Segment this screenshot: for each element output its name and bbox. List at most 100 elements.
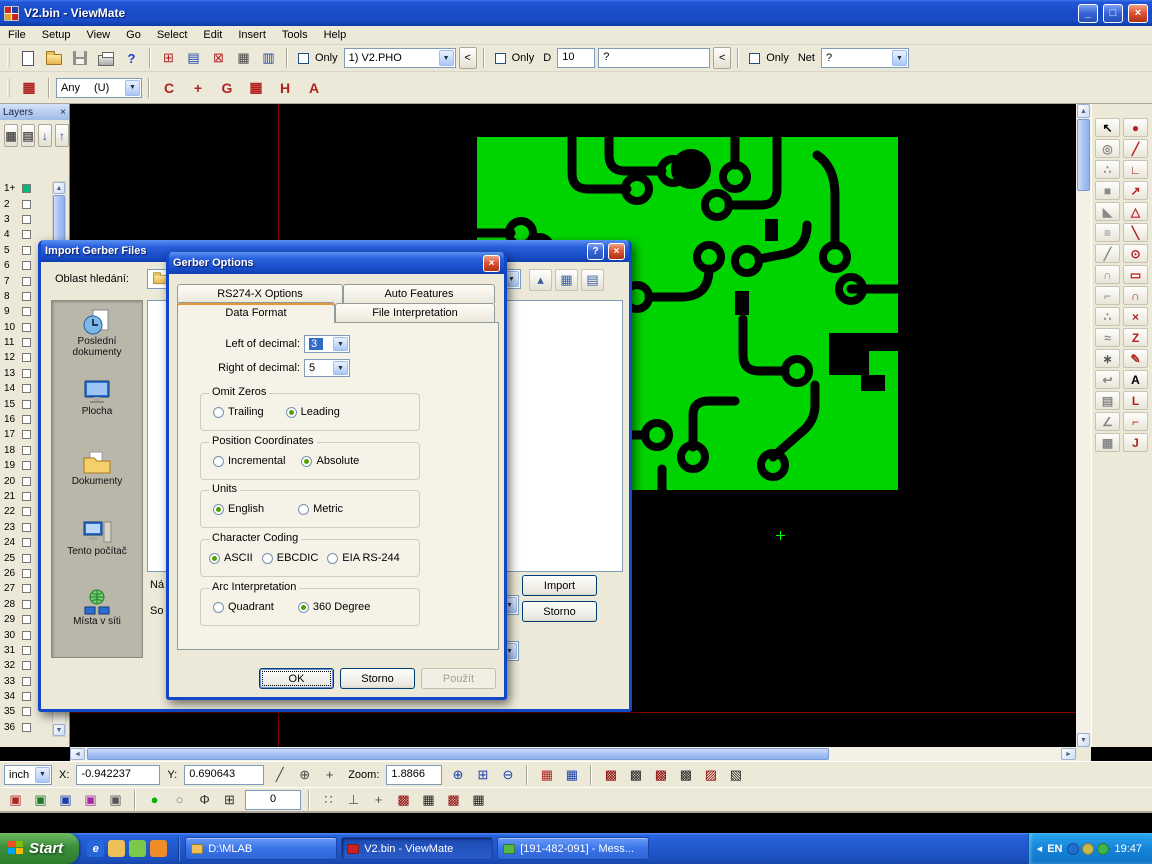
radio-option[interactable]: 360 Degree <box>298 601 371 613</box>
place-my-computer[interactable]: Tento počítač <box>52 511 142 581</box>
step-corner-icon[interactable]: ⌐ <box>1095 286 1120 305</box>
layer-color-icon-3[interactable]: ▣ <box>54 789 77 811</box>
menu-item[interactable]: Help <box>316 27 355 43</box>
layer-color-box[interactable] <box>22 477 31 486</box>
layer-report-icon[interactable]: ▤ <box>21 124 35 147</box>
printer-region-icon[interactable]: ▤ <box>1095 391 1120 410</box>
film-red-icon[interactable]: ▦ <box>535 764 558 786</box>
taskbar-task-button[interactable]: [191-482-091] - Mess... <box>497 837 649 860</box>
tab-rs274x-options[interactable]: RS274-X Options <box>177 284 343 303</box>
layer-row[interactable]: 3 <box>0 212 50 227</box>
layer-color-box[interactable] <box>22 292 31 301</box>
chevron-down-icon[interactable]: ▼ <box>333 361 348 375</box>
layer-color-box[interactable] <box>22 523 31 532</box>
import-button[interactable]: Import <box>522 575 597 596</box>
layer-color-box[interactable] <box>22 323 31 332</box>
radio-option[interactable]: English <box>213 503 264 515</box>
layer-color-box[interactable] <box>22 615 31 624</box>
select-cursor-icon[interactable]: ↖ <box>1095 118 1120 137</box>
tray-icon-1[interactable] <box>1067 843 1079 855</box>
draw-corner-icon[interactable]: ∟ <box>1123 160 1148 179</box>
draw-triangle-icon[interactable]: △ <box>1123 202 1148 221</box>
layer-color-box[interactable] <box>22 307 31 316</box>
layer-color-box[interactable] <box>22 261 31 270</box>
chevron-down-icon[interactable]: ▼ <box>333 337 348 351</box>
toolbar-grip[interactable] <box>7 48 10 68</box>
layer-color-box[interactable] <box>22 569 31 578</box>
layer-color-box[interactable] <box>22 400 31 409</box>
layer-color-box[interactable] <box>22 554 31 563</box>
pattern-red-icon-1[interactable]: ▩ <box>392 789 415 811</box>
hook-j-icon[interactable]: J <box>1123 433 1148 452</box>
prev-dcode-button[interactable]: < <box>713 47 731 69</box>
menu-item[interactable]: Tools <box>274 27 316 43</box>
slash-tool-icon[interactable]: ╱ <box>1095 244 1120 263</box>
ok-button[interactable]: OK <box>259 668 334 689</box>
folder-quick-icon[interactable] <box>108 840 125 857</box>
undo-arrow-icon[interactable]: ↩ <box>1095 370 1120 389</box>
layer-color-box[interactable] <box>22 692 31 701</box>
aperture-table-icon[interactable]: ⊞ <box>157 47 180 69</box>
pattern-icon-6[interactable]: ▧ <box>724 764 747 786</box>
x-coordinate-field[interactable]: -0.942237 <box>76 765 160 785</box>
tab-data-format[interactable]: Data Format <box>177 302 335 323</box>
vertical-scrollbar[interactable]: ▲ ▼ <box>1076 104 1091 747</box>
pattern-icon-2[interactable]: ▩ <box>624 764 647 786</box>
layer-table-icon[interactable]: ▦ <box>4 124 18 147</box>
layer-color-box[interactable] <box>22 646 31 655</box>
pattern-icon-5[interactable]: ▨ <box>699 764 722 786</box>
dcode-h-icon[interactable]: H <box>272 75 298 101</box>
wave-tool-icon[interactable]: ≈ <box>1095 328 1120 347</box>
pattern-black-icon-1[interactable]: ▦ <box>417 789 440 811</box>
layer-color-icon-2[interactable]: ▣ <box>29 789 52 811</box>
text-a-icon[interactable]: A <box>1123 370 1148 389</box>
layer-color-box[interactable] <box>22 353 31 362</box>
tab-auto-features[interactable]: Auto Features <box>343 284 495 303</box>
menu-item[interactable]: Go <box>118 27 149 43</box>
dialog-title-bar[interactable]: Gerber Options × <box>169 252 504 274</box>
arc-tool-icon[interactable]: ∩ <box>1095 265 1120 284</box>
layer-color-box[interactable] <box>22 677 31 686</box>
right-of-decimal-combo[interactable]: 5 ▼ <box>304 359 350 377</box>
menu-item[interactable]: Select <box>149 27 196 43</box>
layer-color-icon-5[interactable]: ▣ <box>104 789 127 811</box>
dcode-g-icon[interactable]: G <box>214 75 240 101</box>
chevron-down-icon[interactable]: ▼ <box>439 50 454 66</box>
corner-dim-icon[interactable]: ⌐ <box>1123 412 1148 431</box>
layer-color-box[interactable] <box>22 369 31 378</box>
scroll-down-icon[interactable]: ▼ <box>53 724 65 736</box>
layer-color-box[interactable] <box>22 338 31 347</box>
clock[interactable]: 19:47 <box>1114 843 1142 855</box>
context-help-button[interactable]: ? <box>120 47 143 69</box>
mirror-shape-icon[interactable]: ◣ <box>1095 202 1120 221</box>
draw-diagonal-icon[interactable]: ╲ <box>1123 223 1148 242</box>
layer-color-box[interactable] <box>22 492 31 501</box>
only-document-checkbox[interactable] <box>298 53 309 64</box>
radio-option[interactable]: Absolute <box>301 455 359 467</box>
radio-option[interactable]: Metric <box>298 503 343 515</box>
zigzag-icon[interactable]: Z <box>1123 328 1148 347</box>
chevron-down-icon[interactable]: ▼ <box>125 80 140 96</box>
tray-icon-2[interactable] <box>1082 843 1094 855</box>
angle-tool-icon[interactable]: ∠ <box>1095 412 1120 431</box>
taskbar-task-button[interactable]: D:\MLAB <box>185 837 337 860</box>
layer-color-icon-4[interactable]: ▣ <box>79 789 102 811</box>
layer-row[interactable]: 1+ <box>0 181 50 196</box>
crosshair-icon[interactable]: + <box>367 789 390 811</box>
radio-option[interactable]: Trailing <box>213 406 264 418</box>
close-button[interactable]: × <box>608 243 625 260</box>
pad-pair-icon[interactable]: ◎ <box>1095 139 1120 158</box>
minimize-button[interactable]: _ <box>1078 4 1098 23</box>
dcode-grid-button[interactable]: ▦ <box>16 75 42 101</box>
prev-document-button[interactable]: < <box>459 47 477 69</box>
layer-color-box[interactable] <box>22 723 31 732</box>
menu-item[interactable]: Insert <box>230 27 274 43</box>
layer-color-box[interactable] <box>22 230 31 239</box>
cancel-button[interactable]: Storno <box>522 601 597 622</box>
close-icon[interactable]: × <box>60 107 66 118</box>
snap-cross-icon[interactable]: + <box>185 75 211 101</box>
lamp-icon[interactable]: ○ <box>168 789 191 811</box>
highlight-dcode-icon[interactable]: ⊠ <box>207 47 230 69</box>
radio-option[interactable]: ASCII <box>209 552 253 564</box>
layer-color-box[interactable] <box>22 446 31 455</box>
